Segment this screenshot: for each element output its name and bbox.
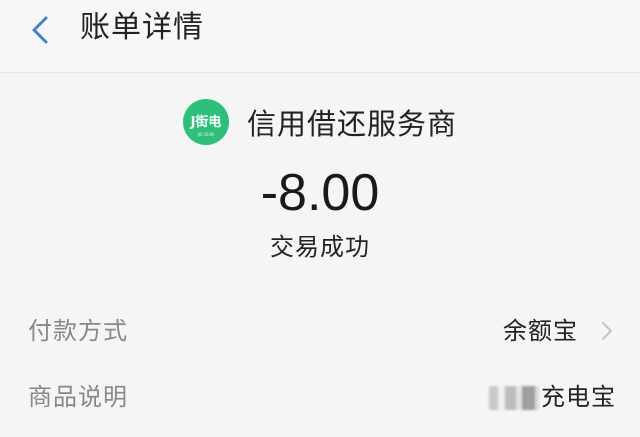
merchant-logo-text: J街电: [190, 114, 222, 130]
product-description-value-wrap: 充电宝: [489, 377, 616, 417]
transaction-status: 交易成功: [270, 233, 370, 261]
merchant-name: 信用借还服务商: [246, 107, 457, 141]
back-button[interactable]: [22, 10, 62, 50]
bill-detail-page: 账单详情 J街电 JIE DIAN 信用借还服务商 -8.00 交易成功 付款方…: [0, 0, 640, 437]
product-description-value: 充电宝: [541, 383, 616, 411]
merchant-logo-subtext: JIE DIAN: [197, 132, 215, 137]
payment-method-row[interactable]: 付款方式 余额宝: [0, 311, 640, 351]
payment-method-label: 付款方式: [28, 317, 128, 345]
payment-method-value: 余额宝: [503, 317, 578, 345]
chevron-left-icon: [32, 16, 48, 44]
merchant-logo: J街电 JIE DIAN: [182, 99, 229, 145]
chevron-right-icon: [602, 322, 612, 340]
product-description-label: 商品说明: [28, 383, 128, 411]
page-title: 账单详情: [80, 10, 204, 45]
obscured-text: [489, 386, 539, 410]
merchant-row[interactable]: J街电 JIE DIAN 信用借还服务商: [0, 99, 640, 145]
top-navigation-bar: 账单详情: [0, 0, 640, 73]
transaction-amount: -8.00: [260, 164, 380, 222]
bill-content: J街电 JIE DIAN 信用借还服务商 -8.00 交易成功 付款方式 余额宝…: [0, 73, 640, 437]
product-description-row: 商品说明 充电宝: [0, 377, 640, 417]
